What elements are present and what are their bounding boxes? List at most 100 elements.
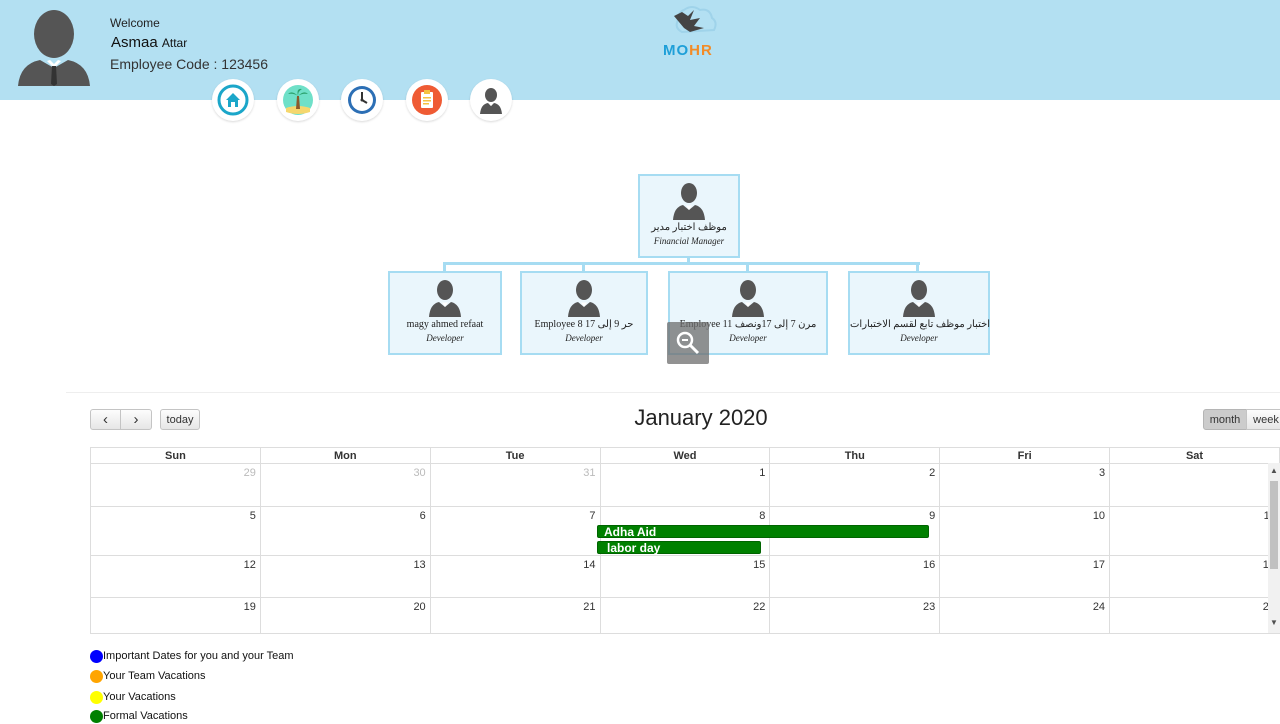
org-node-name: magy ahmed refaat xyxy=(406,319,484,330)
org-node-role: Developer xyxy=(900,333,938,343)
legend-dot-icon xyxy=(90,669,103,683)
calendar-event[interactable]: labor day xyxy=(597,541,761,554)
org-node-name: اختبار موظف تابع لقسم الاختبارات xyxy=(850,319,991,330)
user-name: Asmaa Attar xyxy=(111,34,187,51)
calendar-prev-button[interactable]: ‹ xyxy=(90,409,121,430)
logo-text: MOHR xyxy=(663,42,713,59)
calendar-header-row: Sun Mon Tue Wed Thu Fri Sat xyxy=(90,447,1280,464)
clock-icon xyxy=(348,86,376,114)
calendar-day-cell[interactable]: 1 xyxy=(599,463,771,507)
org-node-employee[interactable]: اختبار موظف تابع لقسم الاختبارات Develop… xyxy=(848,271,990,355)
org-node-role: Developer xyxy=(426,333,464,343)
calendar-title: January 2020 xyxy=(634,405,768,430)
legend-label: Your Vacations xyxy=(103,691,176,703)
day-header: Mon xyxy=(259,447,431,464)
calendar-day-cell[interactable]: 22 xyxy=(599,597,771,634)
user-first-name: Asmaa xyxy=(111,34,158,51)
user-avatar-icon xyxy=(18,10,90,86)
calendar-day-cell[interactable]: 6 xyxy=(259,506,431,556)
nav-home-button[interactable] xyxy=(212,79,254,121)
calendar-day-cell[interactable]: 23 xyxy=(769,597,941,634)
calendar-scrollbar[interactable]: ▲ ▼ xyxy=(1268,463,1280,633)
calendar-day-cell[interactable]: 7 xyxy=(429,506,601,556)
calendar-day-cell[interactable]: 4 xyxy=(1109,463,1280,507)
legend-item: Your Team Vacations xyxy=(90,668,206,684)
org-node-name: Employee 8 17 حر 9 إلى xyxy=(534,319,634,330)
home-icon xyxy=(217,84,249,116)
org-chart-zoom-button[interactable] xyxy=(667,322,709,364)
calendar-day-cell[interactable]: 19 xyxy=(90,597,261,634)
calendar-month-view-button[interactable]: month xyxy=(1203,409,1247,430)
org-node-manager[interactable]: موظف اختبار مدير Financial Manager xyxy=(638,174,740,258)
calendar-day-cell[interactable]: 25 xyxy=(1109,597,1280,634)
legend-dot-icon xyxy=(90,690,103,704)
calendar-day-cell[interactable]: 16 xyxy=(769,555,941,598)
calendar-week-view-button[interactable]: week xyxy=(1246,409,1280,430)
calendar-day-cell[interactable]: 3 xyxy=(939,463,1111,507)
calendar-week-row: 19 20 21 22 23 24 25 xyxy=(90,597,1280,634)
user-last-name: Attar xyxy=(161,36,188,50)
legend-item: Important Dates for you and your Team xyxy=(90,648,294,664)
palm-tree-icon xyxy=(283,85,313,115)
day-header: Sat xyxy=(1109,447,1280,464)
day-header: Thu xyxy=(769,447,941,464)
nav-requests-button[interactable] xyxy=(406,79,448,121)
legend-label: Your Team Vacations xyxy=(103,670,206,682)
legend-item: Your Vacations xyxy=(90,689,176,705)
org-node-employee[interactable]: Employee 8 17 حر 9 إلى Developer xyxy=(520,271,648,355)
calendar-day-cell[interactable]: 14 xyxy=(429,555,601,598)
calendar-day-cell[interactable]: 13 xyxy=(259,555,431,598)
calendar-day-cell[interactable]: 5 xyxy=(90,506,261,556)
calendar-week-row: 12 13 14 15 16 17 18 xyxy=(90,555,1280,598)
legend-item: Formal Vacations xyxy=(90,708,188,724)
day-header: Wed xyxy=(599,447,771,464)
org-node-name: موظف اختبار مدير xyxy=(651,222,727,233)
employee-code: Employee Code : 123456 xyxy=(110,56,268,72)
calendar-today-button[interactable]: today xyxy=(160,409,200,430)
calendar-day-cell[interactable]: 20 xyxy=(259,597,431,634)
connector-line xyxy=(443,262,920,265)
org-node-role: Developer xyxy=(565,333,603,343)
person-icon xyxy=(429,280,461,317)
zoom-icon xyxy=(676,331,700,355)
clipboard-icon xyxy=(412,85,442,115)
legend-dot-icon xyxy=(90,709,103,723)
calendar-event[interactable]: Adha Aid xyxy=(597,525,929,538)
calendar-day-cell[interactable]: 29 xyxy=(90,463,261,507)
calendar-day-cell[interactable]: 24 xyxy=(939,597,1111,634)
nav-profile-button[interactable] xyxy=(470,79,512,121)
person-icon xyxy=(568,280,600,317)
nav-vacations-button[interactable] xyxy=(277,79,319,121)
welcome-text: Welcome xyxy=(110,16,160,30)
scroll-up-icon[interactable]: ▲ xyxy=(1270,467,1278,475)
calendar-day-cell[interactable]: 2 xyxy=(769,463,941,507)
logo-text-mo: MO xyxy=(663,42,690,59)
calendar-day-cell[interactable]: 30 xyxy=(259,463,431,507)
day-header: Sun xyxy=(90,447,261,464)
calendar-day-cell[interactable]: 10 xyxy=(939,506,1111,556)
legend-label: Important Dates for you and your Team xyxy=(103,650,294,662)
calendar-day-cell[interactable]: 15 xyxy=(599,555,771,598)
calendar-day-cell[interactable]: 18 xyxy=(1109,555,1280,598)
section-divider xyxy=(66,392,1280,393)
calendar-day-cell[interactable]: 11 xyxy=(1109,506,1280,556)
person-icon xyxy=(732,280,764,317)
day-header: Fri xyxy=(939,447,1111,464)
calendar-day-cell[interactable]: 21 xyxy=(429,597,601,634)
person-icon xyxy=(673,183,705,220)
calendar-day-cell[interactable]: 31 xyxy=(429,463,601,507)
nav-attendance-button[interactable] xyxy=(341,79,383,121)
calendar-day-cell[interactable]: 17 xyxy=(939,555,1111,598)
person-icon xyxy=(903,280,935,317)
day-header: Tue xyxy=(429,447,601,464)
org-node-role: Financial Manager xyxy=(653,236,725,246)
logo-text-hr: HR xyxy=(689,42,713,59)
legend-dot-icon xyxy=(90,649,103,663)
org-node-employee[interactable]: magy ahmed refaat Developer xyxy=(388,271,502,355)
profile-icon xyxy=(480,88,502,114)
calendar-next-button[interactable]: › xyxy=(120,409,152,430)
scroll-down-icon[interactable]: ▼ xyxy=(1270,619,1278,627)
calendar-day-cell[interactable]: 12 xyxy=(90,555,261,598)
legend-label: Formal Vacations xyxy=(103,710,188,722)
scrollbar-thumb[interactable] xyxy=(1270,481,1278,569)
